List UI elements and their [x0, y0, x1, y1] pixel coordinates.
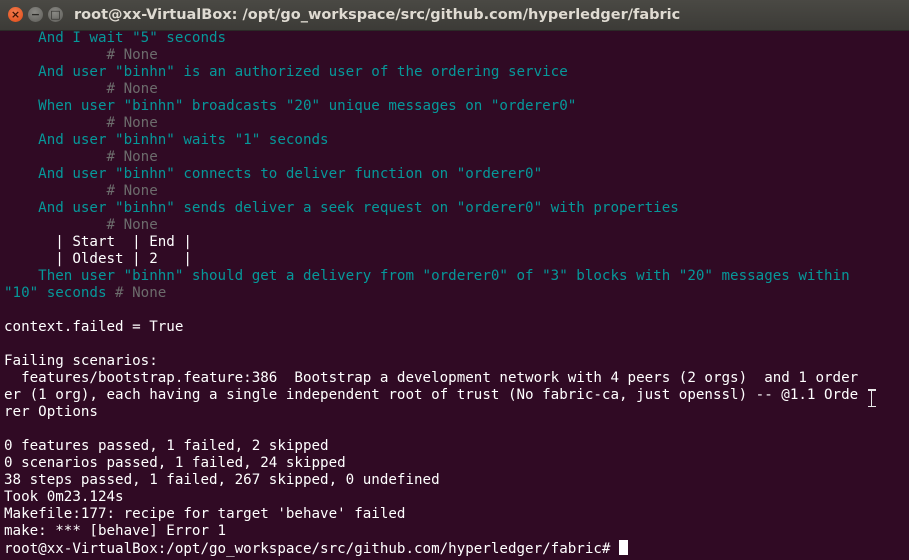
title-bar[interactable]: × − □ root@xx-VirtualBox: /opt/go_worksp…: [0, 0, 909, 31]
terminal-line: And user "binhn" connects to deliver fun…: [4, 166, 909, 183]
terminal-line-text: And user "binhn" is an authorized user o…: [4, 64, 568, 80]
terminal-line-text: Failing scenarios:: [4, 353, 158, 369]
terminal-line-text: And user "binhn" sends deliver a seek re…: [4, 200, 679, 216]
terminal-line: "10" seconds # None: [4, 285, 909, 302]
terminal-line-text: Makefile:177: recipe for target 'behave'…: [4, 506, 406, 522]
terminal-line: features/bootstrap.feature:386 Bootstrap…: [4, 370, 909, 387]
terminal-line: And I wait "5" seconds: [4, 30, 909, 47]
terminal-line: # None: [4, 81, 909, 98]
terminal-line-text: features/bootstrap.feature:386 Bootstrap…: [4, 370, 859, 386]
terminal-line: # None: [4, 217, 909, 234]
terminal-line: 0 scenarios passed, 1 failed, 24 skipped: [4, 455, 909, 472]
terminal-line: Took 0m23.124s: [4, 489, 909, 506]
terminal-line-text: # None: [4, 217, 158, 233]
terminal-line-text: 0 scenarios passed, 1 failed, 24 skipped: [4, 455, 346, 471]
terminal-line-text: # None: [4, 81, 158, 97]
text-cursor: [619, 540, 628, 555]
close-button[interactable]: ×: [8, 7, 23, 22]
terminal-line: And user "binhn" waits "1" seconds: [4, 132, 909, 149]
terminal-line-text: root@xx-VirtualBox:/opt/go_workspace/src…: [4, 541, 619, 557]
terminal-line: 0 features passed, 1 failed, 2 skipped: [4, 438, 909, 455]
terminal-line-text: When user "binhn" broadcasts "20" unique…: [4, 98, 577, 114]
terminal-line-text: And user "binhn" waits "1" seconds: [4, 132, 329, 148]
terminal-line: root@xx-VirtualBox:/opt/go_workspace/src…: [4, 540, 909, 557]
terminal-line: 38 steps passed, 1 failed, 267 skipped, …: [4, 472, 909, 489]
mouse-ibeam-cursor: [868, 389, 881, 407]
terminal-line-text: And I wait "5" seconds: [4, 30, 227, 46]
terminal-output[interactable]: And I wait "5" seconds # None And user "…: [4, 30, 909, 560]
terminal-line: make: *** [behave] Error 1: [4, 523, 909, 540]
terminal-line: Failing scenarios:: [4, 353, 909, 370]
terminal-line: Makefile:177: recipe for target 'behave'…: [4, 506, 909, 523]
terminal-line-text: # None: [4, 149, 158, 165]
close-icon: ×: [10, 8, 21, 21]
terminal-line: | Start | End |: [4, 234, 909, 251]
terminal-line: rer Options: [4, 404, 909, 421]
terminal-line-text: # None: [4, 183, 158, 199]
terminal-line-text: context.failed = True: [4, 319, 184, 335]
terminal-line-text: | Start | End |: [4, 234, 192, 250]
maximize-button[interactable]: □: [48, 7, 63, 22]
maximize-icon: □: [50, 8, 61, 21]
window-title: root@xx-VirtualBox: /opt/go_workspace/sr…: [74, 7, 681, 23]
terminal-line: # None: [4, 183, 909, 200]
terminal-line: # None: [4, 115, 909, 132]
terminal-line-text: make: *** [behave] Error 1: [4, 523, 227, 539]
terminal-line-text: Then user "binhn" should get a delivery …: [4, 268, 850, 284]
terminal-line-text: # None: [4, 115, 158, 131]
terminal-line-text: er (1 org), each having a single indepen…: [4, 387, 859, 403]
terminal-line: When user "binhn" broadcasts "20" unique…: [4, 98, 909, 115]
terminal-line-text: rer Options: [4, 404, 98, 420]
terminal-line-text: 0 features passed, 1 failed, 2 skipped: [4, 438, 329, 454]
minimize-icon: −: [30, 8, 41, 21]
terminal-line: # None: [4, 47, 909, 64]
terminal-line-text: "10" seconds: [4, 285, 107, 301]
terminal-line-text: Took 0m23.124s: [4, 489, 124, 505]
terminal-line: # None: [4, 149, 909, 166]
terminal-line: Then user "binhn" should get a delivery …: [4, 268, 909, 285]
terminal-line-text: 38 steps passed, 1 failed, 267 skipped, …: [4, 472, 440, 488]
terminal-line-text: # None: [4, 47, 158, 63]
terminal-line-text: And user "binhn" connects to deliver fun…: [4, 166, 543, 182]
terminal-line: And user "binhn" is an authorized user o…: [4, 64, 909, 81]
terminal-window: × − □ root@xx-VirtualBox: /opt/go_worksp…: [0, 0, 909, 560]
terminal-line: And user "binhn" sends deliver a seek re…: [4, 200, 909, 217]
terminal-line-text: | Oldest | 2 |: [4, 251, 192, 267]
terminal-line: context.failed = True: [4, 319, 909, 336]
terminal-line: | Oldest | 2 |: [4, 251, 909, 268]
minimize-button[interactable]: −: [28, 7, 43, 22]
terminal-line-comment: # None: [106, 285, 167, 301]
terminal-line: er (1 org), each having a single indepen…: [4, 387, 909, 404]
